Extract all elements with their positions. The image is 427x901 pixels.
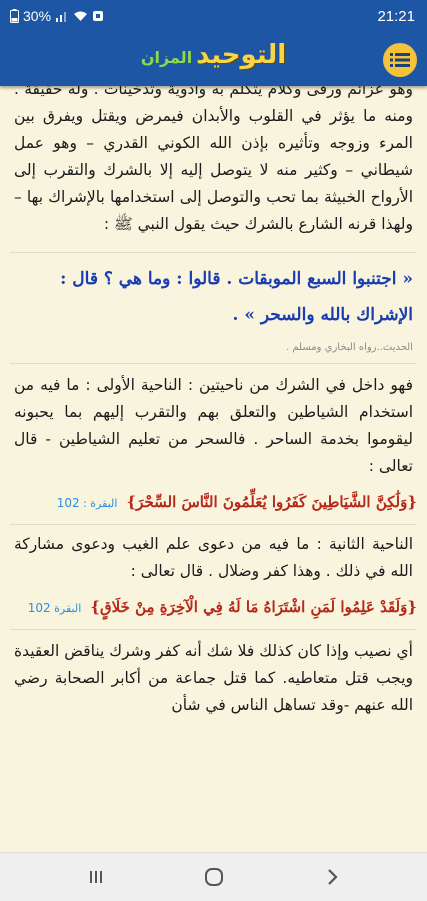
verse-text: {وَلَقَدْ عَلِمُوا لَمَنِ اشْتَرَاهُ مَا… [90, 598, 417, 616]
back-button[interactable] [312, 865, 352, 889]
paragraph-4: أي نصيب وإذا كان كذلك فلا شك أنه كفر وشر… [14, 642, 413, 714]
paragraph-2: فهو داخل في الشرك من ناحيتين : الناحية ا… [14, 376, 413, 475]
ayah-number: 102 [27, 601, 51, 615]
recents-icon [90, 871, 102, 883]
paragraph-3: الناحية الثانية : ما فيه من دعوى علم الغ… [14, 535, 413, 580]
alarm-icon [93, 11, 104, 21]
title-main: التوحيد [196, 40, 287, 70]
back-icon [328, 869, 338, 885]
menu-icon [390, 53, 410, 67]
hadith-source: الحديث..رواه البخاري ومسلم . [286, 342, 413, 353]
article-content[interactable]: وهو عزائم ورقى وكلام يتكلم به وأدوية وتد… [0, 86, 427, 852]
battery-icon [10, 9, 19, 23]
verse-reference[interactable]: البقرة 102 [28, 586, 82, 631]
title-sub: المزان [140, 48, 193, 67]
signal-icon [56, 12, 67, 22]
menu-button[interactable] [383, 43, 417, 77]
surah-name: البقرة [54, 602, 82, 615]
paragraph-1: وهو عزائم ورقى وكلام يتكلم به وأدوية وتد… [14, 86, 413, 233]
surah-name: البقرة : [83, 497, 118, 510]
system-nav-bar [0, 852, 427, 901]
app-bar: التوحيدالمزان [0, 34, 427, 86]
hadith-text: « اجتنبوا السبع الموبقات . قالوا : وما ه… [60, 269, 413, 325]
status-icons: 30% [10, 8, 104, 24]
home-button[interactable] [194, 865, 234, 889]
app-title: التوحيدالمزان [0, 40, 427, 70]
recents-button[interactable] [76, 865, 116, 889]
ayah-number: 102 [56, 496, 80, 510]
clock: 21:21 [377, 8, 415, 25]
status-bar: 30% 21:21 [0, 0, 427, 34]
verse-text: {وَلَٰكِنَّ الشَّيَاطِينَ كَفَرُوا يُعَل… [126, 493, 417, 511]
quran-verse-2[interactable]: {وَلَقَدْ عَلِمُوا لَمَنِ اشْتَرَاهُ مَا… [10, 585, 417, 629]
battery-percent: 30% [23, 8, 52, 24]
wifi-icon [74, 11, 88, 21]
verse-reference[interactable]: البقرة : 102 [57, 481, 118, 526]
home-icon [205, 868, 223, 886]
quran-verse-1[interactable]: {وَلَٰكِنَّ الشَّيَاطِينَ كَفَرُوا يُعَل… [10, 480, 417, 524]
